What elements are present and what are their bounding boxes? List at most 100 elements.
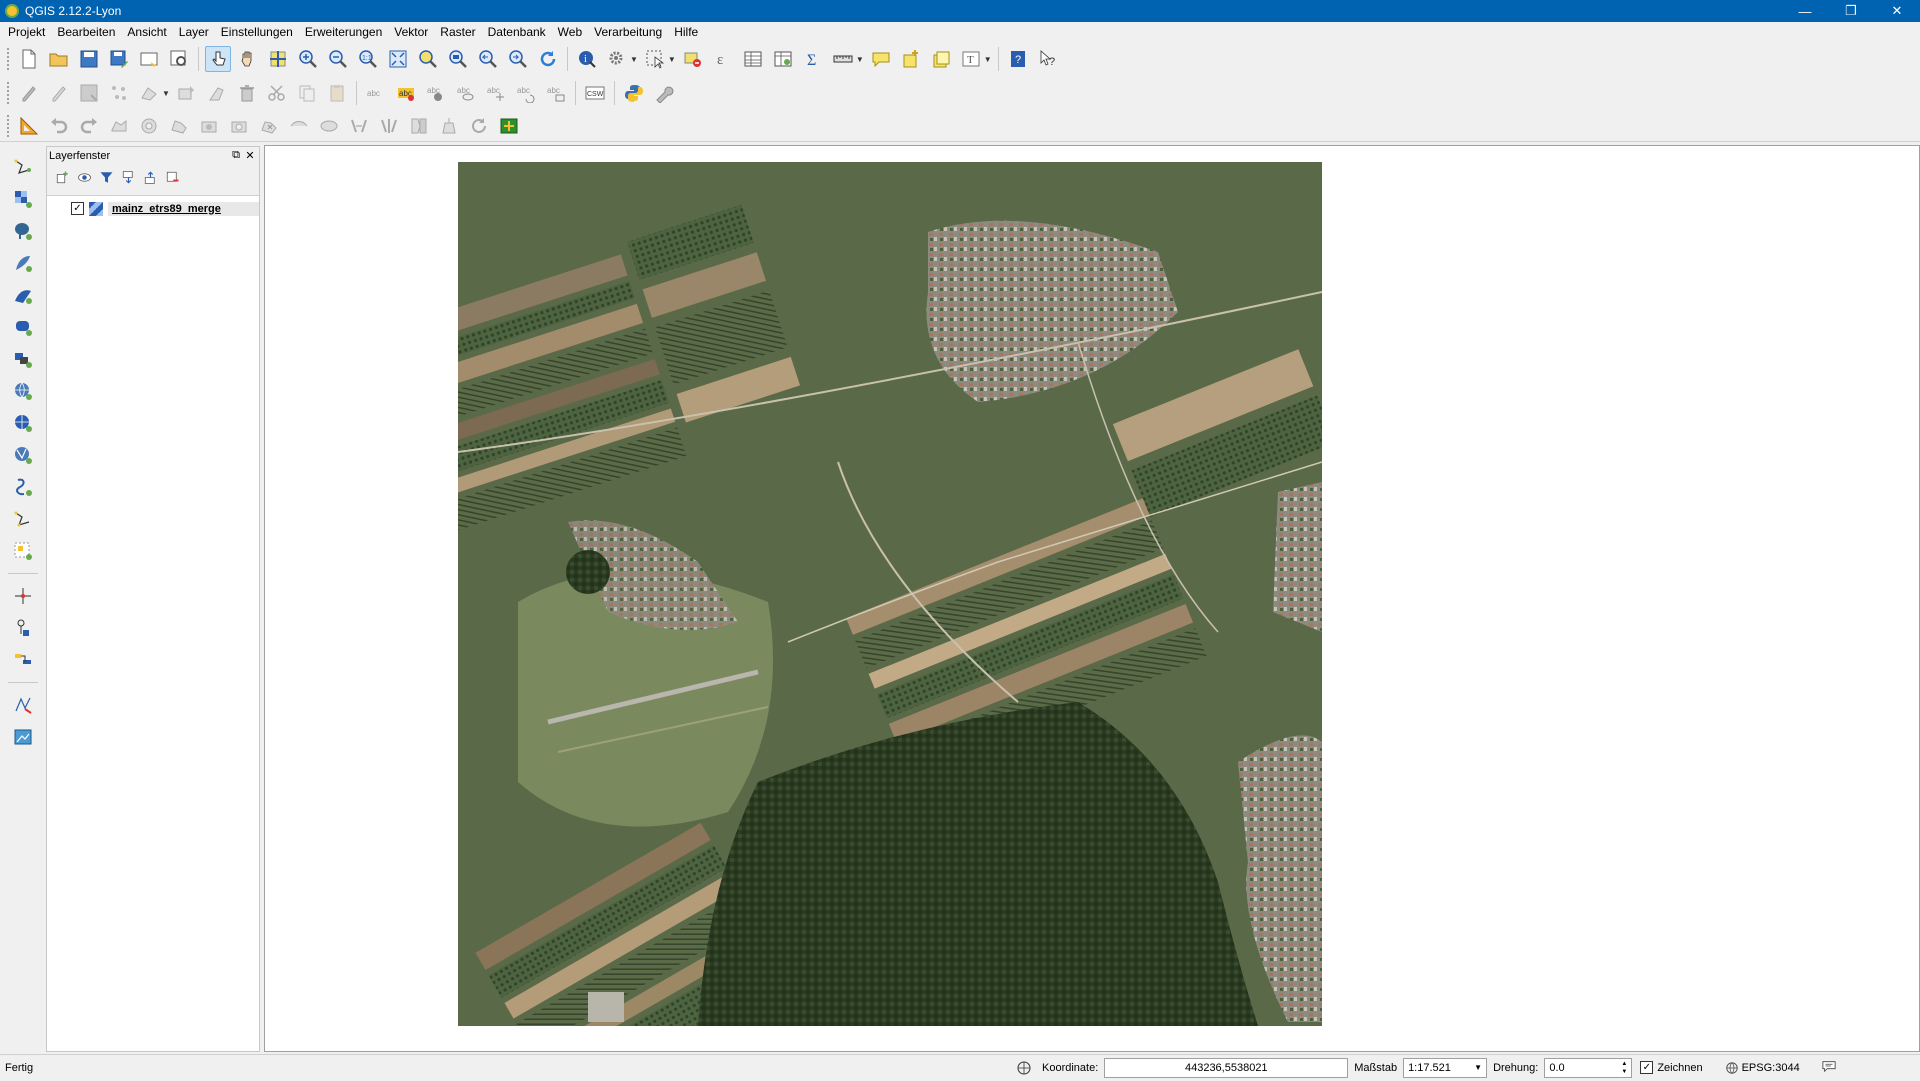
add-wfs-layer-button[interactable] [9, 441, 37, 469]
refresh-button[interactable] [535, 46, 561, 72]
digitize-geometry-button[interactable] [9, 691, 37, 719]
menu-erweiterungen[interactable]: Erweiterungen [299, 22, 388, 42]
spin-down-icon[interactable]: ▼ [1621, 1068, 1627, 1076]
copy-features-button[interactable] [294, 80, 320, 106]
pin-labels-button[interactable]: abc [423, 80, 449, 106]
messages-button[interactable] [1822, 1059, 1836, 1076]
add-part-button[interactable] [166, 113, 192, 139]
render-toggle[interactable]: ✓ Zeichnen [1640, 1061, 1703, 1074]
new-project-button[interactable] [16, 46, 42, 72]
label-toolbar-button-1[interactable]: abc [363, 80, 389, 106]
minimize-button[interactable]: — [1782, 0, 1828, 22]
rotation-spinbox[interactable]: 0.0 ▲ ▼ [1544, 1057, 1633, 1078]
rotate-point-symbols-button[interactable] [466, 113, 492, 139]
add-mssql-layer-button[interactable] [9, 281, 37, 309]
toggle-editing-button[interactable] [46, 80, 72, 106]
field-calculator-button[interactable] [770, 46, 796, 72]
georeferenced-image-button[interactable] [9, 723, 37, 751]
dropdown-arrow-icon[interactable]: ▼ [856, 55, 864, 64]
map-tips-button[interactable] [604, 46, 630, 72]
toolbar-grip[interactable] [6, 47, 10, 71]
rotate-label-button[interactable]: abc [513, 80, 539, 106]
add-delimited-text-button[interactable] [9, 473, 37, 501]
float-panel-icon[interactable]: ⧉ [229, 148, 243, 162]
merge-features-button[interactable] [406, 113, 432, 139]
add-virtual-layer-button[interactable] [9, 537, 37, 565]
map-tips-toggle-button[interactable] [868, 46, 894, 72]
zoom-to-layer-button[interactable] [445, 46, 471, 72]
node-tool-button[interactable] [174, 80, 200, 106]
zoom-full-button[interactable] [385, 46, 411, 72]
advanced-digitizing-button[interactable] [16, 113, 42, 139]
move-feature-button[interactable] [136, 80, 162, 106]
filter-legend-button[interactable] [96, 167, 116, 187]
save-as-button[interactable] [106, 46, 132, 72]
help-contents-button[interactable]: ? [1005, 46, 1031, 72]
text-annotation-button[interactable]: T [958, 46, 984, 72]
layer-visibility-checkbox[interactable]: ✓ [71, 202, 84, 215]
new-bookmark-button[interactable] [898, 46, 924, 72]
python-console-button[interactable] [621, 80, 647, 106]
add-postgis-layer-button[interactable] [9, 217, 37, 245]
paste-features-button[interactable] [324, 80, 350, 106]
zoom-native-button[interactable]: 1:1 [355, 46, 381, 72]
toolbar-grip[interactable] [6, 113, 10, 138]
manage-layer-visibility-button[interactable] [74, 167, 94, 187]
menu-web[interactable]: Web [552, 22, 588, 42]
menu-raster[interactable]: Raster [434, 22, 481, 42]
rotation-spin-arrows[interactable]: ▲ ▼ [1621, 1060, 1627, 1076]
add-feature-button[interactable] [106, 80, 132, 106]
zoom-next-button[interactable] [505, 46, 531, 72]
split-parts-button[interactable] [376, 113, 402, 139]
composer-manager-button[interactable] [166, 46, 192, 72]
menu-layer[interactable]: Layer [173, 22, 215, 42]
menu-datenbank[interactable]: Datenbank [482, 22, 552, 42]
change-label-button[interactable]: abc [543, 80, 569, 106]
new-print-composer-button[interactable] [136, 46, 162, 72]
add-oracle-layer-button[interactable] [9, 345, 37, 373]
chevron-down-icon[interactable]: ▼ [1474, 1063, 1482, 1072]
collapse-all-button[interactable] [140, 167, 160, 187]
csw-button[interactable]: CSW [582, 80, 608, 106]
touch-zoom-pan-button[interactable] [205, 46, 231, 72]
add-vector-layer-button[interactable] [9, 153, 37, 181]
menu-einstellungen[interactable]: Einstellungen [215, 22, 299, 42]
pan-to-selection-button[interactable] [265, 46, 291, 72]
split-features-button[interactable] [346, 113, 372, 139]
coordinate-field[interactable]: 443236,5538021 [1104, 1057, 1349, 1078]
scale-combobox[interactable]: 1:17.521 ▼ [1403, 1057, 1488, 1078]
plugin-manager-button[interactable] [651, 80, 677, 106]
add-db2-layer-button[interactable] [9, 313, 37, 341]
statistical-summary-button[interactable]: Σ [800, 46, 826, 72]
merge-attributes-button[interactable] [436, 113, 462, 139]
expand-all-button[interactable] [118, 167, 138, 187]
add-wms-layer-button[interactable] [9, 377, 37, 405]
save-layer-edits-button[interactable] [76, 80, 102, 106]
dropdown-arrow-icon[interactable]: ▼ [984, 55, 992, 64]
attribute-table-button[interactable] [740, 46, 766, 72]
menu-verarbeitung[interactable]: Verarbeitung [588, 22, 668, 42]
move-label-button[interactable]: abc [483, 80, 509, 106]
redo-button[interactable] [76, 113, 102, 139]
remove-layer-button[interactable] [162, 167, 182, 187]
show-hide-labels-button[interactable]: abc [453, 80, 479, 106]
menu-projekt[interactable]: Projekt [2, 22, 51, 42]
select-by-expression-button[interactable]: ε [710, 46, 736, 72]
menu-vektor[interactable]: Vektor [388, 22, 434, 42]
reshape-button[interactable] [204, 80, 230, 106]
pan-map-button[interactable] [235, 46, 261, 72]
delete-ring-button[interactable] [226, 113, 252, 139]
identify-features-button[interactable]: i [574, 46, 600, 72]
aerial-photo-raster[interactable] [458, 162, 1322, 1026]
offset-curve-button[interactable] [286, 113, 312, 139]
gps-tools-button[interactable] [9, 614, 37, 642]
toolbar-grip[interactable] [6, 81, 10, 105]
coordinate-toggle-icon[interactable] [1016, 1060, 1032, 1076]
show-bookmarks-button[interactable] [928, 46, 954, 72]
close-button[interactable]: ✕ [1874, 0, 1920, 22]
deselect-all-button[interactable] [680, 46, 706, 72]
add-raster-layer-button[interactable] [9, 185, 37, 213]
whats-this-button[interactable]: ? [1035, 46, 1061, 72]
menu-hilfe[interactable]: Hilfe [668, 22, 704, 42]
layer-name[interactable]: mainz_etrs89_merge [108, 201, 259, 216]
